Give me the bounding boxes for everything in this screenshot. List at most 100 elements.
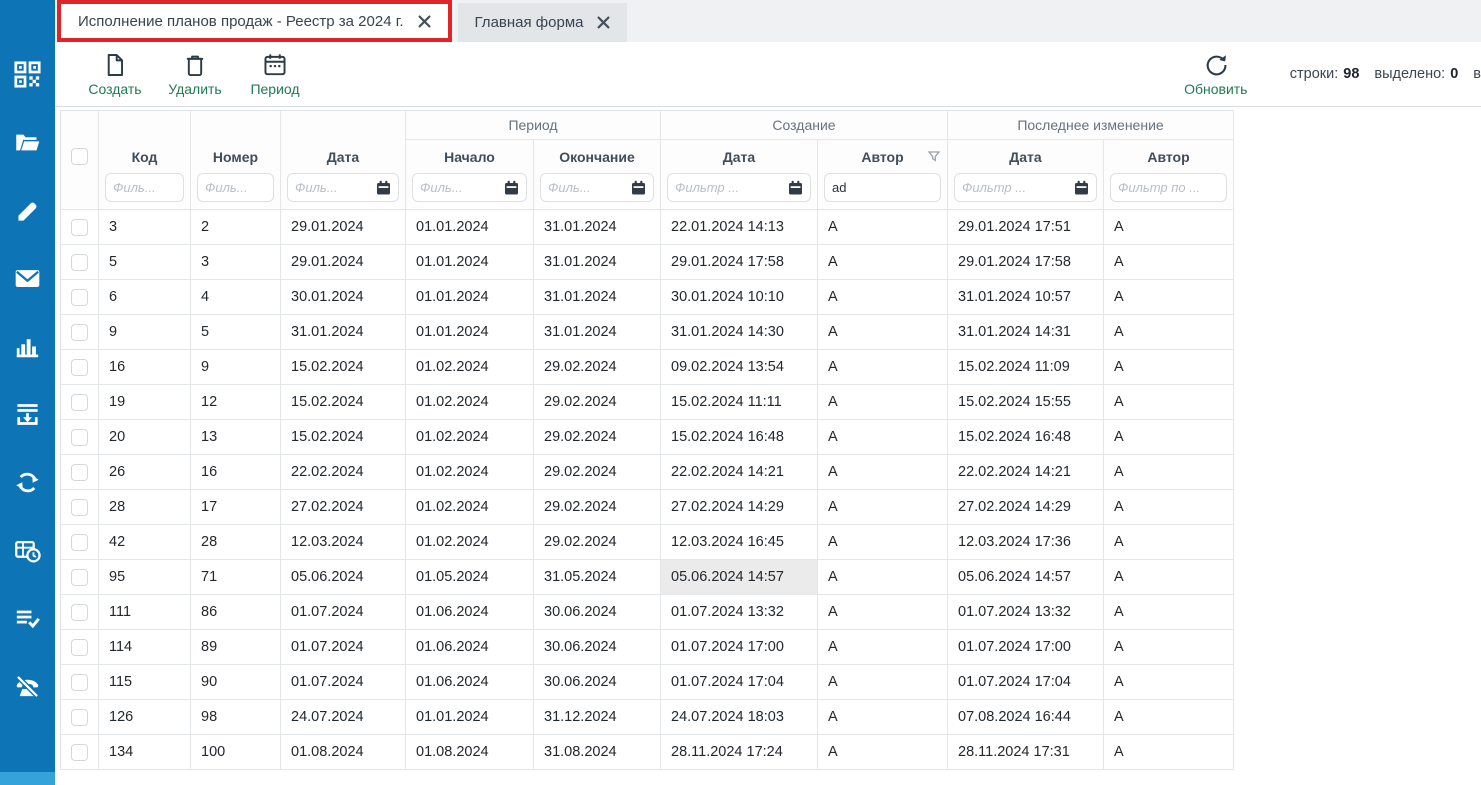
cell-created-author[interactable]: A <box>818 350 948 385</box>
cell-code[interactable]: 6 <box>99 280 191 315</box>
column-header-modified-date[interactable]: Дата <box>948 140 1104 210</box>
cell-number[interactable]: 16 <box>191 455 281 490</box>
cell-code[interactable]: 5 <box>99 245 191 280</box>
cell-modified-author[interactable]: A <box>1104 420 1234 455</box>
cell-period-end[interactable]: 31.12.2024 <box>534 700 661 735</box>
cell-code[interactable]: 42 <box>99 525 191 560</box>
cell-modified-date[interactable]: 31.01.2024 10:57 <box>948 280 1104 315</box>
row-checkbox[interactable] <box>71 569 88 586</box>
cell-number[interactable]: 2 <box>191 210 281 245</box>
cell-number[interactable]: 98 <box>191 700 281 735</box>
cell-number[interactable]: 28 <box>191 525 281 560</box>
cell-modified-author[interactable]: A <box>1104 560 1234 595</box>
row-checkbox[interactable] <box>71 639 88 656</box>
cell-created-author[interactable]: A <box>818 665 948 700</box>
sidebar-item-documents[interactable] <box>14 128 42 156</box>
cell-modified-date[interactable]: 15.02.2024 16:48 <box>948 420 1104 455</box>
cell-created-date[interactable]: 28.11.2024 17:24 <box>661 735 818 770</box>
cell-created-date[interactable]: 29.01.2024 17:58 <box>661 245 818 280</box>
cell-date[interactable]: 30.01.2024 <box>281 280 406 315</box>
cell-number[interactable]: 9 <box>191 350 281 385</box>
filter-input-period-end[interactable] <box>548 180 628 195</box>
cell-period-start[interactable]: 01.06.2024 <box>406 630 534 665</box>
column-header-period-end[interactable]: Окончание <box>534 140 661 210</box>
cell-date[interactable]: 29.01.2024 <box>281 210 406 245</box>
cell-date[interactable]: 27.02.2024 <box>281 490 406 525</box>
cell-created-author[interactable]: A <box>818 490 948 525</box>
cell-period-start[interactable]: 01.01.2024 <box>406 280 534 315</box>
cell-modified-date[interactable]: 29.01.2024 17:51 <box>948 210 1104 245</box>
column-header-created-author[interactable]: Автор <box>818 140 948 210</box>
cell-date[interactable]: 05.06.2024 <box>281 560 406 595</box>
cell-modified-author[interactable]: A <box>1104 280 1234 315</box>
cell-created-author[interactable]: A <box>818 630 948 665</box>
cell-period-end[interactable]: 29.02.2024 <box>534 490 661 525</box>
cell-date[interactable]: 01.07.2024 <box>281 595 406 630</box>
sidebar-item-reports[interactable] <box>14 332 42 360</box>
cell-modified-date[interactable]: 31.01.2024 14:31 <box>948 315 1104 350</box>
cell-created-date[interactable]: 09.02.2024 13:54 <box>661 350 818 385</box>
filter-input-code[interactable] <box>113 180 176 195</box>
cell-code[interactable]: 134 <box>99 735 191 770</box>
filter-input-created-date[interactable] <box>675 180 785 195</box>
cell-number[interactable]: 89 <box>191 630 281 665</box>
cell-period-end[interactable]: 30.06.2024 <box>534 630 661 665</box>
cell-period-start[interactable]: 01.06.2024 <box>406 595 534 630</box>
cell-code[interactable]: 20 <box>99 420 191 455</box>
column-header-code[interactable]: Код <box>99 111 191 210</box>
filter-input-modified-date[interactable] <box>962 180 1071 195</box>
cell-modified-author[interactable]: A <box>1104 700 1234 735</box>
cell-period-end[interactable]: 31.01.2024 <box>534 315 661 350</box>
cell-date[interactable]: 22.02.2024 <box>281 455 406 490</box>
cell-date[interactable]: 15.02.2024 <box>281 385 406 420</box>
cell-code[interactable]: 28 <box>99 490 191 525</box>
cell-created-date[interactable]: 30.01.2024 10:10 <box>661 280 818 315</box>
calendar-picker-icon[interactable] <box>788 180 803 196</box>
cell-modified-author[interactable]: A <box>1104 315 1234 350</box>
cell-period-end[interactable]: 31.01.2024 <box>534 210 661 245</box>
sidebar-item-schedule[interactable] <box>14 536 42 564</box>
cell-created-date[interactable]: 22.01.2024 14:13 <box>661 210 818 245</box>
cell-modified-author[interactable]: A <box>1104 210 1234 245</box>
cell-code[interactable]: 115 <box>99 665 191 700</box>
cell-date[interactable]: 01.08.2024 <box>281 735 406 770</box>
tab-main-form[interactable]: Главная форма <box>458 3 628 42</box>
cell-code[interactable]: 19 <box>99 385 191 420</box>
create-button[interactable]: Создать <box>83 52 147 97</box>
filter-input-period-start[interactable] <box>420 180 501 195</box>
row-checkbox[interactable] <box>71 464 88 481</box>
cell-modified-author[interactable]: A <box>1104 350 1234 385</box>
cell-period-end[interactable]: 29.02.2024 <box>534 385 661 420</box>
cell-created-author[interactable]: A <box>818 525 948 560</box>
refresh-button[interactable]: Обновить <box>1184 52 1248 97</box>
filter-input-created-author[interactable] <box>832 180 933 195</box>
cell-modified-date[interactable]: 15.02.2024 11:09 <box>948 350 1104 385</box>
sidebar-item-edit[interactable] <box>14 196 42 224</box>
cell-modified-date[interactable]: 29.01.2024 17:58 <box>948 245 1104 280</box>
calendar-picker-icon[interactable] <box>1074 180 1089 196</box>
row-checkbox[interactable] <box>71 604 88 621</box>
cell-number[interactable]: 90 <box>191 665 281 700</box>
calendar-picker-icon[interactable] <box>376 180 391 196</box>
cell-created-author[interactable]: A <box>818 700 948 735</box>
cell-period-end[interactable]: 30.06.2024 <box>534 595 661 630</box>
cell-created-date[interactable]: 05.06.2024 14:57 <box>661 560 818 595</box>
cell-period-start[interactable]: 01.02.2024 <box>406 420 534 455</box>
cell-modified-date[interactable]: 07.08.2024 16:44 <box>948 700 1104 735</box>
cell-code[interactable]: 26 <box>99 455 191 490</box>
cell-date[interactable]: 29.01.2024 <box>281 245 406 280</box>
tab-close-icon[interactable] <box>597 16 610 29</box>
cell-period-start[interactable]: 01.02.2024 <box>406 525 534 560</box>
cell-number[interactable]: 17 <box>191 490 281 525</box>
cell-modified-date[interactable]: 28.11.2024 17:31 <box>948 735 1104 770</box>
cell-code[interactable]: 3 <box>99 210 191 245</box>
cell-number[interactable]: 100 <box>191 735 281 770</box>
cell-modified-date[interactable]: 12.03.2024 17:36 <box>948 525 1104 560</box>
cell-modified-author[interactable]: A <box>1104 525 1234 560</box>
cell-period-end[interactable]: 30.06.2024 <box>534 665 661 700</box>
cell-modified-date[interactable]: 01.07.2024 13:32 <box>948 595 1104 630</box>
cell-period-start[interactable]: 01.01.2024 <box>406 210 534 245</box>
cell-date[interactable]: 15.02.2024 <box>281 420 406 455</box>
row-checkbox[interactable] <box>71 254 88 271</box>
cell-created-date[interactable]: 22.02.2024 14:21 <box>661 455 818 490</box>
